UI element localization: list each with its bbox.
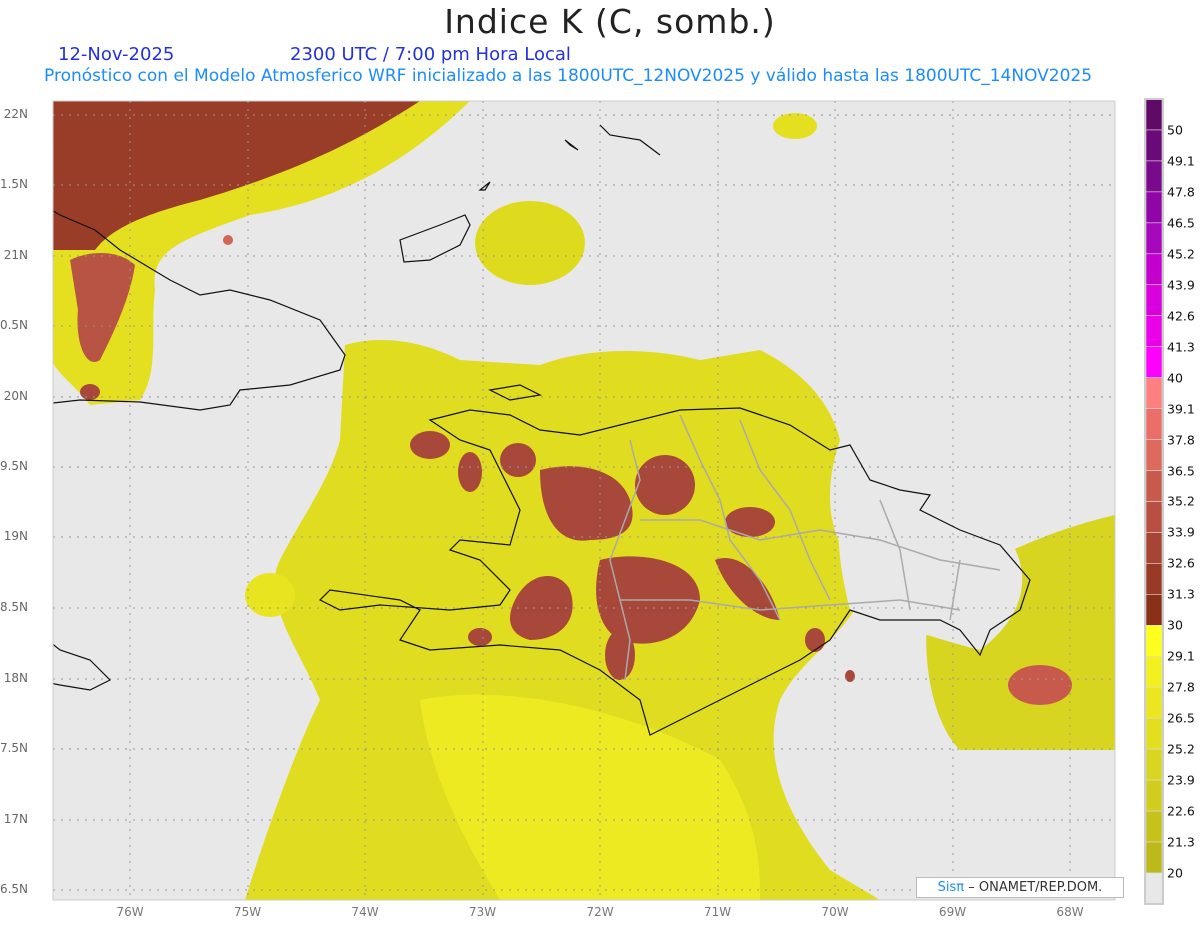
colorbar-swatch	[1145, 284, 1163, 317]
colorbar-swatch	[1145, 160, 1163, 193]
lat-label: 1.5N	[0, 177, 28, 191]
field-yellow-blob-n	[475, 201, 585, 285]
colorbar-swatch	[1145, 779, 1163, 812]
map-title: Indice K (C, somb.)	[444, 2, 776, 41]
colorbar-swatch	[1145, 346, 1163, 378]
colorbar-label: 35.2	[1167, 493, 1195, 509]
colorbar-label: 30	[1167, 617, 1183, 633]
lat-label: 22N	[3, 107, 28, 121]
colorbar-swatch	[1145, 717, 1163, 750]
colorbar-swatch	[1145, 594, 1163, 626]
colorbar-label: 39.1	[1167, 401, 1195, 417]
colorbar-swatch	[1145, 129, 1163, 162]
colorbar-label: 47.8	[1167, 184, 1195, 200]
colorbar-swatch	[1145, 222, 1163, 255]
lat-label: 19N	[3, 529, 28, 543]
colorbar-label: 20	[1167, 865, 1183, 881]
field-yellow-blob	[245, 573, 295, 617]
lon-label: 76W	[116, 905, 144, 919]
lat-label: 0.5N	[0, 318, 28, 332]
org-label: – ONAMET/REP.DOM.	[968, 880, 1103, 895]
colorbar-swatch	[1145, 408, 1163, 440]
colorbar-swatch	[1145, 98, 1163, 131]
lat-label: 17N	[3, 812, 28, 826]
colorbar-label: 31.3	[1167, 586, 1195, 602]
colorbar-swatch	[1145, 841, 1163, 874]
k-index-map	[52, 98, 1164, 905]
colorbar-label: 22.6	[1167, 803, 1195, 819]
colorbar-swatch	[1145, 470, 1163, 502]
lat-label: 20N	[3, 389, 28, 403]
lon-label: 71W	[703, 905, 732, 919]
colorbar	[1144, 98, 1164, 905]
colorbar-label: 26.5	[1167, 710, 1195, 726]
colorbar-swatch	[1145, 315, 1163, 347]
colorbar-label: 23.9	[1167, 772, 1195, 788]
lat-label: 6.5N	[0, 882, 28, 896]
lat-label: 21N	[3, 248, 28, 262]
colorbar-swatch	[1145, 655, 1163, 688]
field-yellow-blob	[773, 113, 817, 139]
lon-label: 70W	[821, 905, 849, 919]
forecast-time: 2300 UTC / 7:00 pm Hora Local	[290, 44, 571, 65]
colorbar-label: 43.9	[1167, 277, 1195, 293]
colorbar-label: 25.2	[1167, 741, 1195, 757]
colorbar-label: 41.3	[1167, 339, 1195, 355]
forecast-date: 12-Nov-2025	[58, 44, 175, 65]
lat-label: 18N	[3, 671, 28, 685]
lat-label: 8.5N	[0, 600, 28, 614]
colorbar-label: 27.8	[1167, 679, 1195, 695]
colorbar-swatch	[1145, 439, 1163, 471]
colorbar-swatch	[1145, 532, 1163, 564]
lon-label: 75W	[233, 905, 262, 919]
colorbar-label: 46.5	[1167, 215, 1195, 231]
colorbar-swatch	[1145, 563, 1163, 595]
lat-label: 9.5N	[0, 459, 28, 473]
lon-label: 74W	[351, 905, 379, 919]
colorbar-label: 40	[1167, 370, 1183, 386]
colorbar-swatch	[1145, 501, 1163, 533]
colorbar-swatch	[1145, 377, 1163, 409]
lon-label: 69W	[938, 905, 967, 919]
colorbar-label: 42.6	[1167, 308, 1195, 324]
colorbar-label: 50	[1167, 122, 1183, 138]
lon-label: 72W	[586, 905, 614, 919]
colorbar-swatch	[1145, 872, 1163, 905]
colorbar-swatch	[1145, 810, 1163, 843]
colorbar-swatch	[1145, 191, 1163, 224]
lon-label: 68W	[1056, 905, 1084, 919]
colorbar-label: 36.5	[1167, 463, 1195, 479]
colorbar-swatch	[1145, 686, 1163, 719]
colorbar-label: 45.2	[1167, 246, 1195, 262]
lon-label: 73W	[468, 905, 497, 919]
colorbar-swatch	[1145, 625, 1163, 657]
colorbar-label: 37.8	[1167, 432, 1195, 448]
brand-logo: Sisπ	[937, 880, 965, 895]
colorbar-label: 33.9	[1167, 524, 1195, 540]
colorbar-swatch	[1145, 253, 1163, 286]
lat-label: 7.5N	[0, 741, 28, 755]
colorbar-label: 49.1	[1167, 153, 1195, 169]
colorbar-label: 21.3	[1167, 834, 1195, 850]
colorbar-label: 32.6	[1167, 555, 1195, 571]
credit-box: Sisπ – ONAMET/REP.DOM.	[916, 877, 1124, 898]
colorbar-label: 29.1	[1167, 648, 1195, 664]
colorbar-swatch	[1145, 748, 1163, 781]
forecast-subtitle: Pronóstico con el Modelo Atmosferico WRF…	[44, 66, 1093, 86]
